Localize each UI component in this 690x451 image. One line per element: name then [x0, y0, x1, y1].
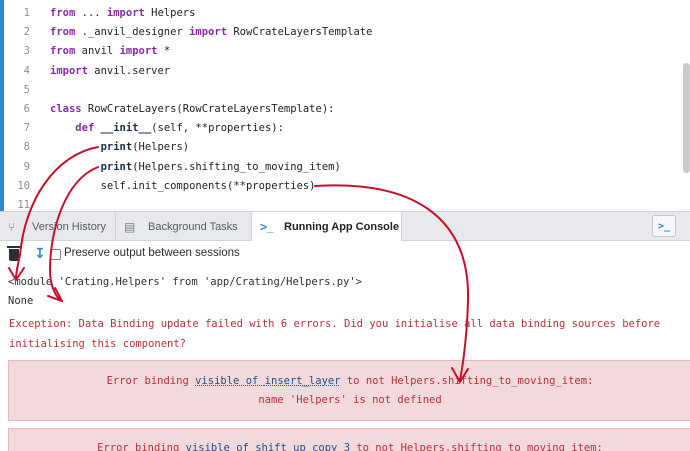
property-link[interactable]: visible	[195, 375, 239, 387]
console-icon: >_	[657, 220, 671, 232]
code-keyword: import	[189, 26, 228, 39]
exception-message: initialising this component?	[9, 338, 187, 350]
code-keyword: from	[50, 45, 76, 58]
line-number: 9	[23, 160, 30, 173]
code-text: print(Helpers)	[50, 138, 190, 157]
code-text: import anvil.server	[50, 62, 170, 81]
code-text: print(Helpers.shifting_to_moving_item)	[50, 158, 341, 177]
code-text: from anvil import *	[50, 42, 170, 61]
tab-label: Version History	[32, 220, 106, 233]
line-number: 6	[23, 103, 30, 115]
exception-message: Exception: Data Binding update failed wi…	[9, 318, 661, 330]
binding-error-line: Error binding visible of shift_up_copy_3…	[9, 442, 690, 451]
code-line[interactable]: 4 import anvil.server	[0, 62, 690, 81]
tab-background-tasks[interactable]: ▤ Background Tasks	[116, 212, 252, 241]
code-editor[interactable]: 1 from ... import Helpers 2 from ._anvil_de…	[0, 0, 690, 211]
code-line[interactable]: 9 print(Helpers.shifting_to_moving_item)	[0, 158, 690, 177]
code-keyword: import	[119, 45, 158, 58]
code-token: *	[157, 45, 171, 58]
scroll-to-bottom-icon[interactable]: ↧	[34, 246, 46, 262]
binding-error-message: name 'Helpers' is not defined	[258, 394, 442, 406]
editor-scrollbar[interactable]	[683, 63, 690, 173]
code-keyword: class	[50, 103, 82, 115]
line-number: 4	[23, 64, 30, 77]
code-line[interactable]: 10 self.init_components(**properties)	[0, 177, 690, 196]
preserve-output-label: Preserve output between sessions	[64, 247, 240, 259]
annotation-arrowhead	[47, 287, 63, 302]
code-text: class RowCrateLayers(RowCrateLayersTempl…	[50, 100, 334, 119]
trash-icon[interactable]	[7, 246, 21, 261]
code-keyword: def	[75, 122, 95, 135]
line-number: 2	[23, 26, 30, 39]
tab-label: Running App Console	[284, 220, 400, 233]
console-icon: >_	[260, 219, 274, 234]
code-text: from ._anvil_designer import RowCrateLay…	[50, 23, 372, 42]
open-console-button[interactable]: >_	[652, 215, 676, 237]
code-token: anvil.server	[87, 64, 171, 77]
property-link[interactable]: visible	[186, 442, 230, 451]
code-token: RowCrateLayers(RowCrateLayersTemplate):	[81, 103, 335, 115]
code-text: self.init_components(**properties)	[50, 177, 316, 196]
binding-error-line: Error binding visible of insert_layer to…	[106, 375, 594, 387]
tasks-icon: ▤	[124, 219, 136, 234]
console-toolbar: ↧ Preserve output between sessions	[0, 241, 690, 269]
code-line[interactable]: 1 from ... import Helpers	[0, 4, 690, 23]
component-link[interactable]: shift_up_copy_3	[255, 442, 350, 451]
binding-error-box: Error binding visible of insert_layer to…	[8, 360, 690, 421]
code-token: (Helpers.shifting_to_moving_item)	[132, 160, 341, 173]
code-line[interactable]: 8 print(Helpers)	[0, 138, 690, 157]
tab-running-app-console[interactable]: >_ Running App Console	[252, 212, 402, 241]
code-keyword: import	[106, 7, 145, 19]
code-token: self.init_components(**properties)	[50, 179, 316, 192]
tab-label: Background Tasks	[148, 220, 238, 233]
code-text: from ... import Helpers	[50, 4, 195, 23]
code-keyword: import	[50, 64, 88, 77]
code-token: Helpers	[144, 7, 196, 19]
code-line[interactable]: 11	[0, 196, 690, 211]
code-keyword: from	[50, 7, 76, 19]
line-number: 10	[17, 179, 30, 192]
code-function: __init__	[100, 122, 152, 135]
code-line[interactable]: 2 from ._anvil_designer import RowCrateLa…	[0, 23, 690, 42]
line-number: 11	[17, 199, 30, 211]
code-token: ._anvil_designer	[75, 26, 190, 39]
line-number: 1	[23, 7, 30, 19]
code-token: (self, **properties):	[151, 122, 284, 135]
code-line[interactable]: 6 class RowCrateLayers(RowCrateLayersTemp…	[0, 100, 690, 119]
line-number: 5	[23, 83, 30, 96]
code-function: print	[100, 141, 133, 154]
code-keyword: from	[50, 26, 76, 39]
console-output-line: None	[8, 295, 34, 307]
binding-error-box: Error binding visible of shift_up_copy_3…	[8, 428, 690, 451]
code-line[interactable]: 3 from anvil import *	[0, 42, 690, 61]
console-output-line: <module 'Crating.Helpers' from 'app/Crat…	[8, 276, 363, 288]
code-function: print	[100, 160, 133, 173]
preserve-output-checkbox[interactable]	[50, 249, 61, 260]
tab-version-history[interactable]: ⑂ Version History	[0, 212, 116, 241]
component-link[interactable]: insert_layer	[265, 375, 341, 387]
code-token: (Helpers)	[132, 141, 190, 154]
code-token: RowCrateLayersTemplate	[227, 26, 373, 39]
line-number: 3	[23, 45, 30, 58]
line-number: 8	[23, 141, 30, 154]
code-line[interactable]: 5	[0, 81, 690, 100]
bottom-panel-tabbar: ⑂ Version History ▤ Background Tasks >_ …	[0, 211, 690, 241]
branch-icon: ⑂	[8, 219, 16, 234]
code-token: ...	[75, 7, 107, 19]
code-text: def __init__(self, **properties):	[50, 119, 284, 138]
code-token: anvil	[75, 45, 120, 58]
line-number: 7	[23, 122, 30, 135]
code-line[interactable]: 7 def __init__(self, **properties):	[0, 119, 690, 138]
